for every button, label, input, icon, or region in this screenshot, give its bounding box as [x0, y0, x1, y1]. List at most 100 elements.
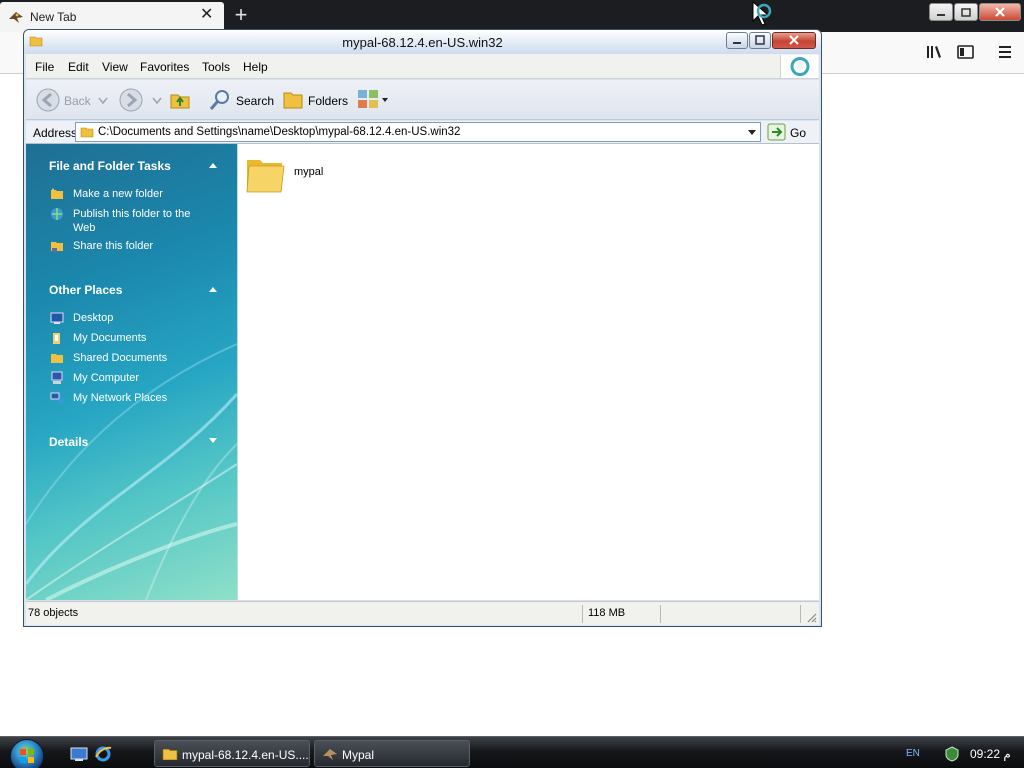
go-button[interactable]: Go — [766, 122, 816, 142]
collapse-icon[interactable] — [208, 285, 218, 293]
folder-icon — [283, 92, 303, 109]
windows-flag-icon — [20, 749, 34, 763]
taskbar-button-label: mypal-68.12.4.en-US.... — [182, 748, 309, 762]
task-label: Share this folder — [73, 240, 154, 252]
tab-title: New Tab — [30, 10, 77, 24]
address-value: C:\Documents and Settings\name\Desktop\m… — [98, 126, 461, 138]
views-button[interactable] — [356, 88, 392, 112]
go-label: Go — [790, 126, 807, 140]
my-computer-icon — [51, 371, 63, 384]
language-indicator[interactable]: EN — [906, 748, 920, 759]
other-places-title[interactable]: Other Places — [49, 283, 122, 297]
menu-bar: File Edit View Favorites Tools Help — [26, 54, 819, 79]
browser-tab-strip: New Tab ✕ + — [0, 0, 1024, 32]
library-icon[interactable] — [925, 43, 945, 61]
mypal-icon — [9, 12, 23, 23]
explorer-titlebar[interactable]: mypal-68.12.4.en-US.win32 — [24, 30, 821, 54]
close-icon[interactable]: ✕ — [200, 7, 214, 23]
menu-edit[interactable]: Edit — [68, 60, 89, 74]
chevron-down-icon[interactable] — [747, 129, 757, 137]
resize-grip-icon[interactable] — [805, 611, 817, 623]
place-shared-documents[interactable]: Shared Documents — [50, 350, 230, 366]
menu-tools[interactable]: Tools — [202, 60, 230, 74]
shared-documents-icon — [51, 354, 63, 363]
folder-icon — [162, 749, 178, 761]
taskbar: mypal-68.12.4.en-US.... Mypal EN 09:22 م — [0, 736, 1024, 768]
sidebar-icon[interactable] — [956, 43, 976, 61]
task-publish-web[interactable]: Publish this folder to the Web — [50, 206, 230, 236]
search-button[interactable]: Search — [206, 86, 274, 114]
task-share-folder[interactable]: Share this folder — [50, 238, 230, 254]
object-count: 78 objects — [28, 607, 79, 619]
menu-icon[interactable] — [995, 43, 1015, 61]
taskbar-explorer-button[interactable]: mypal-68.12.4.en-US.... — [154, 740, 310, 767]
forward-arrow-icon[interactable] — [118, 87, 144, 113]
place-label: Shared Documents — [73, 352, 168, 364]
start-button[interactable] — [10, 739, 44, 768]
taskbar-mypal-button[interactable]: Mypal — [314, 740, 470, 767]
file-list: mypal — [237, 144, 819, 600]
folder-item[interactable]: mypal — [244, 152, 364, 202]
menu-view[interactable]: View — [102, 60, 128, 74]
windows-logo — [780, 55, 818, 78]
back-arrow-icon — [36, 88, 60, 112]
share-folder-icon — [51, 242, 63, 252]
status-divider — [800, 605, 801, 623]
task-make-folder[interactable]: Make a new folder — [50, 186, 230, 202]
address-label: Address — [33, 126, 78, 140]
windows-flag-icon — [790, 57, 810, 76]
chevron-down-icon[interactable] — [152, 97, 162, 105]
task-label: Publish this folder to the Web — [73, 208, 191, 234]
total-size: 118 MB — [588, 607, 626, 619]
folders-button[interactable]: Folders — [280, 86, 349, 114]
back-button[interactable]: Back — [35, 86, 93, 114]
minimize-button[interactable] — [929, 3, 953, 21]
up-folder-icon[interactable] — [168, 88, 192, 112]
place-label: My Documents — [73, 332, 147, 344]
maximize-button[interactable] — [749, 32, 771, 49]
new-folder-icon — [51, 188, 63, 199]
new-tab-button[interactable]: + — [230, 4, 252, 26]
folder-icon — [80, 127, 94, 138]
restore-button[interactable] — [954, 3, 978, 21]
maximize-icon — [755, 35, 765, 45]
details-title[interactable]: Details — [49, 435, 88, 449]
menu-help[interactable]: Help — [243, 60, 268, 74]
collapse-icon[interactable] — [208, 161, 218, 169]
address-field[interactable]: C:\Documents and Settings\name\Desktop\m… — [75, 122, 761, 142]
minimize-button[interactable] — [726, 32, 748, 49]
window-title: mypal-68.12.4.en-US.win32 — [342, 35, 503, 50]
search-icon — [209, 90, 229, 110]
close-button[interactable] — [772, 32, 816, 49]
place-label: Desktop — [73, 312, 114, 324]
browser-tab[interactable]: New Tab ✕ — [0, 2, 224, 32]
desktop-icon — [50, 312, 64, 324]
menu-favorites[interactable]: Favorites — [140, 60, 189, 74]
place-label: My Network Places — [73, 392, 168, 404]
chevron-down-icon[interactable] — [98, 97, 108, 105]
place-my-documents[interactable]: My Documents — [50, 330, 230, 346]
place-my-computer[interactable]: My Computer — [50, 370, 230, 386]
show-desktop-icon[interactable] — [70, 746, 88, 762]
explorer-window: mypal-68.12.4.en-US.win32 File Edit View… — [23, 29, 822, 627]
status-divider — [582, 605, 583, 623]
task-label: Make a new folder — [73, 188, 163, 200]
expand-icon[interactable] — [208, 437, 218, 445]
back-label: Back — [64, 94, 91, 108]
mypal-icon — [323, 749, 337, 760]
place-network[interactable]: My Network Places — [50, 390, 230, 406]
internet-explorer-icon[interactable] — [94, 745, 112, 763]
place-desktop[interactable]: Desktop — [50, 310, 230, 326]
folder-icon — [246, 160, 285, 193]
file-tasks-title[interactable]: File and Folder Tasks — [49, 159, 171, 173]
menu-file[interactable]: File — [35, 60, 54, 74]
close-button[interactable] — [979, 3, 1021, 21]
address-bar: Address C:\Documents and Settings\name\D… — [26, 121, 819, 144]
taskbar-button-label: Mypal — [342, 748, 375, 762]
close-icon — [995, 7, 1005, 17]
folders-label: Folders — [308, 94, 349, 108]
security-icon[interactable] — [944, 746, 960, 762]
clock[interactable]: 09:22 م — [970, 747, 1011, 761]
close-icon — [789, 35, 799, 45]
search-label: Search — [236, 94, 275, 108]
